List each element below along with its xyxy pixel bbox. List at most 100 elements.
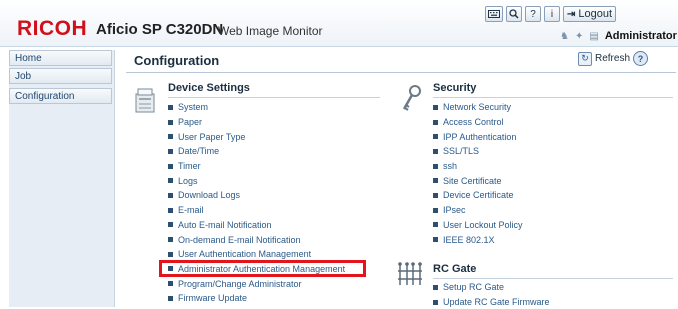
toolbar: ? i ⇥ Logout	[485, 6, 617, 22]
refresh-label: Refresh	[595, 53, 631, 64]
sidebar-item-job[interactable]: Job	[9, 68, 112, 84]
top-bar: RICOH Aficio SP C320DN Web Image Monitor…	[0, 0, 678, 47]
bullet-icon	[168, 281, 173, 287]
link-paper[interactable]: Paper	[178, 117, 202, 127]
logout-arrow-icon: ⇥	[567, 8, 576, 20]
link-email[interactable]: E-mail	[178, 205, 204, 215]
search-icon[interactable]	[506, 6, 522, 22]
link-user-authentication-management[interactable]: User Authentication Management	[178, 249, 311, 259]
rc-gate-divider	[433, 278, 673, 279]
link-download-logs[interactable]: Download Logs	[178, 190, 240, 200]
bullet-icon	[433, 237, 438, 243]
info-icon[interactable]: i	[544, 6, 560, 22]
security-divider	[433, 97, 673, 98]
refresh-icon: ↻	[578, 51, 592, 66]
link-update-rc-gate-firmware[interactable]: Update RC Gate Firmware	[443, 297, 550, 307]
list-item[interactable]: Date/Time	[168, 144, 345, 159]
bullet-icon	[433, 299, 438, 305]
list-item[interactable]: Download Logs	[168, 188, 345, 203]
logout-button[interactable]: ⇥ Logout	[563, 6, 617, 22]
bullet-icon	[433, 284, 438, 290]
ricoh-logo: RICOH	[17, 17, 88, 40]
sidebar-item-configuration[interactable]: Configuration	[9, 88, 112, 104]
link-program-change-administrator[interactable]: Program/Change Administrator	[178, 279, 302, 289]
logout-label: Logout	[578, 8, 613, 20]
link-ssl-tls[interactable]: SSL/TLS	[443, 146, 479, 156]
rc-gate-icon	[397, 261, 423, 291]
list-item[interactable]: Site Certificate	[433, 173, 523, 188]
link-date-time[interactable]: Date/Time	[178, 146, 219, 156]
user-name: Administrator	[604, 30, 677, 42]
bullet-icon	[168, 251, 173, 257]
bullet-icon	[433, 178, 438, 184]
bullet-icon	[168, 192, 173, 198]
link-timer[interactable]: Timer	[178, 161, 201, 171]
link-ssh[interactable]: ssh	[443, 161, 457, 171]
bullet-icon	[433, 148, 438, 154]
security-heading: Security	[433, 82, 477, 94]
list-item[interactable]: Auto E-mail Notification	[168, 218, 345, 233]
device-settings-divider	[168, 97, 380, 98]
link-user-paper-type[interactable]: User Paper Type	[178, 132, 245, 142]
list-item[interactable]: ssh	[433, 159, 523, 174]
link-ieee-8021x[interactable]: IEEE 802.1X	[443, 235, 495, 245]
key-icon	[400, 84, 422, 116]
title-divider	[126, 72, 676, 73]
bullet-icon	[433, 104, 438, 110]
list-item[interactable]: Paper	[168, 115, 345, 130]
link-ipp-authentication[interactable]: IPP Authentication	[443, 132, 516, 142]
sidebar-item-home[interactable]: Home	[9, 50, 112, 66]
list-item[interactable]: IPsec	[433, 203, 523, 218]
bullet-icon	[168, 163, 173, 169]
link-auto-email-notification[interactable]: Auto E-mail Notification	[178, 220, 272, 230]
help-icon[interactable]: ?	[525, 6, 541, 22]
list-item[interactable]: Timer	[168, 159, 345, 174]
bullet-icon	[168, 207, 173, 213]
list-item[interactable]: Device Certificate	[433, 188, 523, 203]
keyboard-icon[interactable]	[485, 6, 503, 22]
list-item[interactable]: Firmware Update	[168, 291, 345, 306]
link-firmware-update[interactable]: Firmware Update	[178, 293, 247, 303]
help-icon[interactable]: ?	[633, 51, 649, 66]
list-item[interactable]: On-demand E-mail Notification	[168, 232, 345, 247]
link-user-lockout-policy[interactable]: User Lockout Policy	[443, 220, 523, 230]
link-device-certificate[interactable]: Device Certificate	[443, 190, 514, 200]
list-item[interactable]: User Lockout Policy	[433, 218, 523, 233]
bullet-icon	[433, 134, 438, 140]
list-item[interactable]: Setup RC Gate	[433, 280, 550, 295]
page-title: Configuration	[134, 53, 220, 68]
bullet-icon	[433, 192, 438, 198]
highlight-box	[159, 260, 366, 277]
bullet-icon	[433, 119, 438, 125]
link-on-demand-email-notification[interactable]: On-demand E-mail Notification	[178, 235, 301, 245]
list-item[interactable]: User Paper Type	[168, 129, 345, 144]
link-system[interactable]: System	[178, 102, 208, 112]
list-item[interactable]: Program/Change Administrator	[168, 276, 345, 291]
list-item[interactable]: Access Control	[433, 115, 523, 130]
bullet-icon	[168, 295, 173, 301]
bullet-icon	[168, 104, 173, 110]
list-item[interactable]: IPP Authentication	[433, 129, 523, 144]
link-ipsec[interactable]: IPsec	[443, 205, 466, 215]
printer-icon	[133, 86, 157, 118]
link-logs[interactable]: Logs	[178, 176, 198, 186]
link-access-control[interactable]: Access Control	[443, 117, 504, 127]
settings-icon: ✦	[574, 30, 584, 42]
list-item[interactable]: SSL/TLS	[433, 144, 523, 159]
bullet-icon	[433, 222, 438, 228]
list-item[interactable]: IEEE 802.1X	[433, 232, 523, 247]
user-area: ♞ ✦ ▤ Administrator	[560, 30, 677, 42]
refresh-button[interactable]: ↻ Refresh ?	[578, 51, 649, 66]
link-setup-rc-gate[interactable]: Setup RC Gate	[443, 282, 504, 292]
link-network-security[interactable]: Network Security	[443, 102, 511, 112]
link-site-certificate[interactable]: Site Certificate	[443, 176, 502, 186]
user-icon: ♞	[560, 30, 569, 42]
list-item[interactable]: Network Security	[433, 100, 523, 115]
bullet-icon	[168, 222, 173, 228]
rc-gate-list: Setup RC Gate Update RC Gate Firmware	[433, 280, 550, 309]
list-item[interactable]: Logs	[168, 173, 345, 188]
bullet-icon	[168, 148, 173, 154]
list-item[interactable]: E-mail	[168, 203, 345, 218]
security-list: Network Security Access Control IPP Auth…	[433, 100, 523, 247]
list-item[interactable]: System	[168, 100, 345, 115]
